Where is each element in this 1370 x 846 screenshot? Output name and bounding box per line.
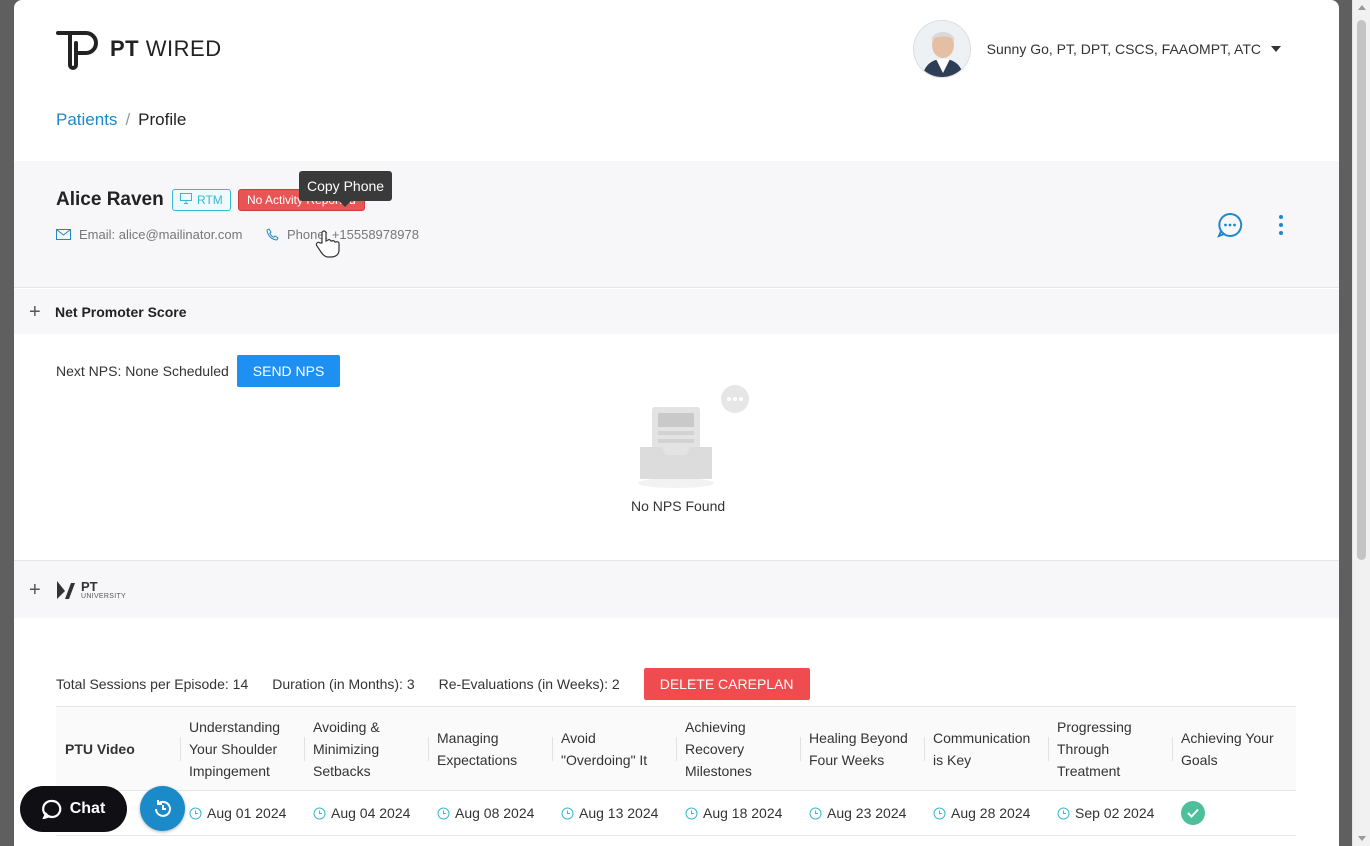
delete-careplan-button[interactable]: DELETE CAREPLAN bbox=[643, 668, 810, 700]
send-nps-button[interactable]: SEND NPS bbox=[236, 355, 341, 387]
pt-wired-logo[interactable]: PT WIRED bbox=[56, 27, 222, 71]
chat-button-label: Chat bbox=[69, 800, 106, 817]
hand-cursor-icon bbox=[314, 229, 342, 264]
ptu-video-table: PTU Video Understanding Your Shoulder Im… bbox=[56, 706, 1296, 836]
scheduled-date: Aug 01 2024 bbox=[207, 805, 287, 821]
scheduled-date: Aug 28 2024 bbox=[951, 805, 1031, 821]
breadcrumb-current: Profile bbox=[138, 110, 187, 129]
patient-phone[interactable]: Phone: +15558978978 bbox=[266, 227, 419, 242]
scheduled-date: Sep 02 2024 bbox=[1075, 805, 1155, 821]
table-row: Aug 01 2024 Aug 04 2024 Aug 08 2024 Aug … bbox=[56, 791, 1296, 835]
table-cell[interactable]: Aug 13 2024 bbox=[552, 805, 676, 821]
mail-icon bbox=[56, 229, 71, 240]
plus-icon[interactable]: + bbox=[29, 580, 43, 600]
scheduled-date: Aug 23 2024 bbox=[827, 805, 907, 821]
careplan-summary: Total Sessions per Episode: 14 Duration … bbox=[56, 668, 810, 700]
next-nps-label: Next NPS: None Scheduled bbox=[56, 363, 229, 379]
table-cell[interactable]: Aug 18 2024 bbox=[676, 805, 800, 821]
empty-inbox-icon bbox=[634, 385, 754, 495]
logo-text: PT WIRED bbox=[110, 36, 222, 61]
patient-name: Alice Raven bbox=[56, 189, 164, 210]
reeval-info: Re-Evaluations (in Weeks): 2 bbox=[438, 676, 620, 692]
nps-section-title: Net Promoter Score bbox=[55, 303, 187, 320]
scroll-down-icon[interactable] bbox=[1358, 836, 1366, 841]
table-header-cell: Avoiding & Minimizing Setbacks bbox=[304, 707, 428, 790]
logo-icon bbox=[56, 31, 98, 70]
chat-button[interactable]: Chat bbox=[20, 786, 127, 832]
user-name: Sunny Go, PT, DPT, CSCS, FAAOMPT, ATC bbox=[986, 41, 1261, 57]
breadcrumb-patients-link[interactable]: Patients bbox=[56, 110, 117, 129]
table-header-cell: Achieving Recovery Milestones bbox=[676, 707, 800, 790]
check-icon bbox=[1181, 801, 1205, 825]
table-cell[interactable]: Aug 04 2024 bbox=[304, 805, 428, 821]
scheduled-date: Aug 18 2024 bbox=[703, 805, 783, 821]
clock-icon bbox=[561, 807, 574, 820]
scheduled-date: Aug 13 2024 bbox=[579, 805, 659, 821]
scheduled-date: Aug 08 2024 bbox=[455, 805, 535, 821]
monitor-icon bbox=[180, 193, 192, 207]
scrollbar[interactable] bbox=[1352, 0, 1370, 846]
nps-section-header[interactable]: + Net Promoter Score bbox=[14, 289, 1339, 334]
patient-profile-card: Alice Raven RTM No Activity Reported Cop… bbox=[14, 161, 1339, 288]
rtm-tag-label: RTM bbox=[197, 193, 223, 207]
sessions-info: Total Sessions per Episode: 14 bbox=[56, 676, 249, 692]
no-nps-text: No NPS Found bbox=[631, 498, 726, 514]
table-header: PTU Video Understanding Your Shoulder Im… bbox=[56, 707, 1296, 791]
table-cell[interactable]: Aug 23 2024 bbox=[800, 805, 924, 821]
table-header-cell: Understanding Your Shoulder Impingement bbox=[180, 707, 304, 790]
table-cell[interactable] bbox=[1172, 801, 1296, 825]
patient-email-text: Email: alice@mailinator.com bbox=[79, 227, 243, 242]
clock-icon bbox=[189, 807, 202, 820]
table-header-cell: Achieving Your Goals bbox=[1172, 707, 1296, 790]
user-avatar bbox=[912, 20, 971, 78]
clock-icon bbox=[437, 807, 450, 820]
clock-icon bbox=[1057, 807, 1070, 820]
table-cell[interactable]: Aug 08 2024 bbox=[428, 805, 552, 821]
plus-icon[interactable]: + bbox=[29, 302, 43, 322]
message-icon[interactable] bbox=[1217, 212, 1243, 243]
chevron-down-icon[interactable] bbox=[1271, 46, 1281, 52]
breadcrumb: Patients / Profile bbox=[56, 110, 186, 130]
duration-info: Duration (in Months): 3 bbox=[272, 676, 415, 692]
scheduled-date: Aug 04 2024 bbox=[331, 805, 411, 821]
table-header-cell: Progressing Through Treatment bbox=[1048, 707, 1172, 790]
scrollbar-thumb[interactable] bbox=[1357, 20, 1366, 560]
scroll-up-icon[interactable] bbox=[1358, 5, 1366, 10]
table-cell[interactable]: Aug 28 2024 bbox=[924, 805, 1048, 821]
pt-university-logo-top: PT bbox=[81, 578, 98, 594]
activity-fab-button[interactable] bbox=[140, 786, 185, 831]
chat-bubble-icon bbox=[41, 799, 61, 819]
main-panel: PT WIRED Sunny Go, PT, DPT, CSCS, FAAOMP… bbox=[14, 0, 1339, 846]
table-header-cell: Healing Beyond Four Weeks bbox=[800, 707, 924, 790]
history-icon bbox=[154, 799, 171, 817]
breadcrumb-separator: / bbox=[125, 110, 131, 129]
patient-email[interactable]: Email: alice@mailinator.com bbox=[56, 227, 242, 242]
pt-university-logo: PT UNIVERSITY bbox=[55, 579, 126, 601]
rtm-tag: RTM bbox=[172, 189, 231, 211]
user-menu[interactable]: Sunny Go, PT, DPT, CSCS, FAAOMPT, ATC bbox=[912, 20, 1281, 78]
pt-university-section-header[interactable]: + PT UNIVERSITY bbox=[14, 560, 1339, 618]
table-cell[interactable]: Aug 01 2024 bbox=[180, 805, 304, 821]
table-header-cell: Communication is Key bbox=[924, 707, 1048, 790]
table-cell[interactable]: Sep 02 2024 bbox=[1048, 805, 1172, 821]
copy-phone-tooltip: Copy Phone bbox=[299, 171, 393, 207]
clock-icon bbox=[809, 807, 822, 820]
phone-icon bbox=[266, 228, 279, 241]
clock-icon bbox=[933, 807, 946, 820]
pt-university-logo-icon bbox=[57, 580, 75, 599]
nps-row: Next NPS: None Scheduled SEND NPS bbox=[56, 355, 341, 387]
table-header-cell: Managing Expectations bbox=[428, 707, 552, 790]
more-options-icon[interactable] bbox=[1279, 215, 1283, 235]
table-header-cell: Avoid "Overdoing" It bbox=[552, 707, 676, 790]
clock-icon bbox=[313, 807, 326, 820]
pt-university-logo-bottom: UNIVERSITY bbox=[81, 592, 127, 600]
patient-phone-text: Phone: +15558978978 bbox=[287, 227, 419, 242]
table-header-cell: PTU Video bbox=[65, 740, 135, 757]
clock-icon bbox=[685, 807, 698, 820]
